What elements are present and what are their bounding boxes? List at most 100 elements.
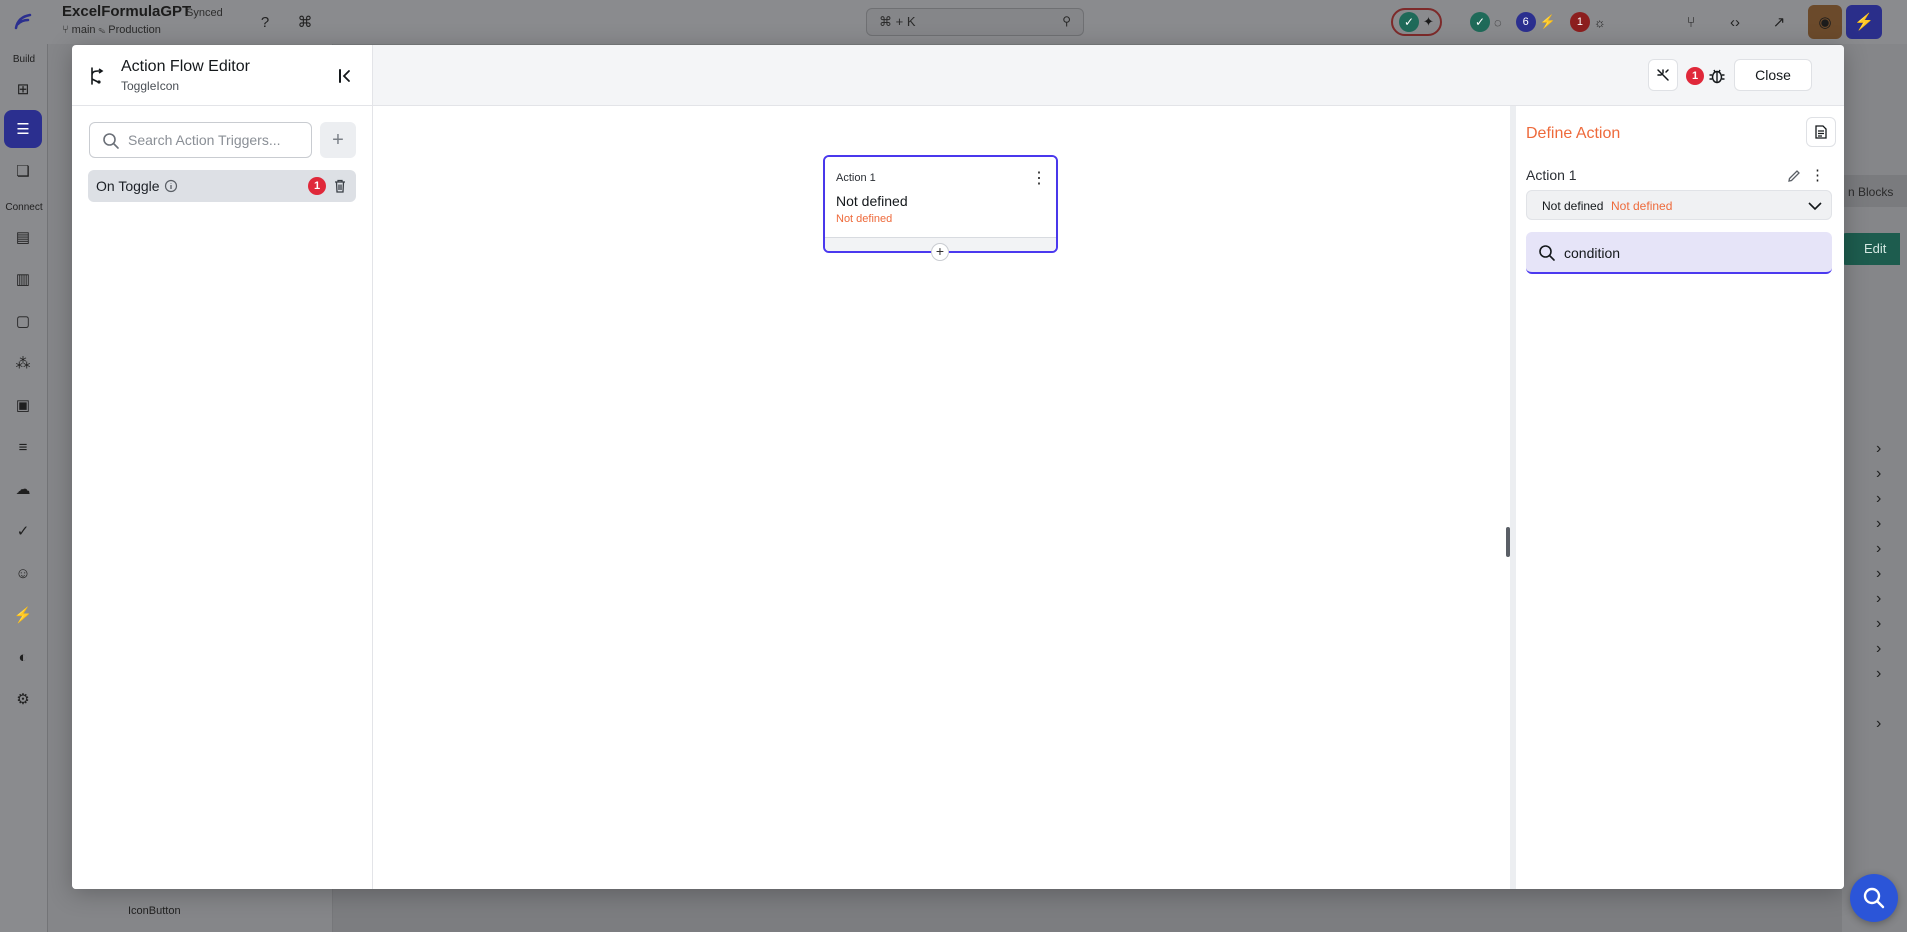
widget-tree-icon[interactable]: ☰ <box>4 110 42 148</box>
chevron-right-icon[interactable]: › <box>1876 540 1890 558</box>
chevron-right-icon[interactable]: › <box>1876 515 1890 533</box>
modal-title: Action Flow Editor <box>121 58 250 75</box>
ai-generate-button[interactable] <box>1648 59 1678 91</box>
environment-name: Production <box>108 24 161 36</box>
pencil-icon: ✎ <box>98 24 106 36</box>
more-vertical-icon[interactable]: ⋮ <box>1030 168 1048 188</box>
document-icon <box>1815 125 1827 139</box>
support-chat-button[interactable] <box>1850 874 1898 922</box>
properties-panel-bg: n Blocks Edit <box>1842 44 1907 932</box>
app-logo-icon[interactable] <box>12 11 34 33</box>
more-vertical-icon[interactable]: ⋮ <box>1810 166 1825 184</box>
chevron-right-icon[interactable]: › <box>1876 590 1890 608</box>
chevron-right-icon[interactable]: › <box>1876 465 1890 483</box>
list-icon[interactable]: ≡ <box>10 434 36 460</box>
code-icon[interactable]: ‹› <box>1724 11 1746 33</box>
errors-count-badge: 1 <box>1569 12 1590 32</box>
search-chat-icon <box>1863 887 1885 909</box>
search-icon: ⚲ <box>1062 14 1071 28</box>
chevron-right-icon[interactable]: › <box>1876 565 1890 583</box>
storage-icon[interactable]: ▢ <box>10 308 36 334</box>
components-icon[interactable]: ❏ <box>10 158 36 184</box>
branch-name: main <box>71 24 96 36</box>
bug-icon: ☼ <box>1593 14 1606 30</box>
collections-icon[interactable]: ▥ <box>10 266 36 292</box>
bolt-list-icon: ⚡ <box>1539 14 1556 29</box>
documentation-button[interactable] <box>1806 117 1836 147</box>
branch-info[interactable]: ⑂ main ✎ Production <box>62 24 161 36</box>
chevron-right-icon[interactable]: › <box>1876 715 1890 733</box>
preview-eye-icon[interactable]: ◉ <box>1808 5 1842 39</box>
action-search-input[interactable] <box>1564 242 1814 264</box>
trash-icon[interactable] <box>332 178 348 194</box>
action-node-status: Not defined <box>836 213 893 225</box>
collapse-panel-icon[interactable] <box>337 67 355 85</box>
command-search[interactable]: ⌘ + K ⚲ <box>866 8 1084 36</box>
trigger-search-input[interactable] <box>128 129 306 151</box>
theme-icon[interactable]: ◐ <box>10 644 36 670</box>
command-icon[interactable]: ⌘ <box>294 11 316 33</box>
action-node[interactable]: Action 1 Not defined Not defined ⋮ + <box>823 155 1058 261</box>
action-type-select[interactable]: Not defined Not defined <box>1526 190 1832 220</box>
command-search-shortcut: ⌘ + K <box>879 14 916 29</box>
search-icon <box>1539 245 1555 261</box>
chevron-right-icon[interactable]: › <box>1876 440 1890 458</box>
edit-pencil-icon[interactable] <box>1786 168 1802 184</box>
action-node-step: Action 1 <box>836 172 876 184</box>
check-icon: ✓ <box>1399 12 1419 32</box>
chevron-right-icon[interactable]: › <box>1876 640 1890 658</box>
add-trigger-button[interactable]: + <box>320 122 356 158</box>
ai-status-pill[interactable]: ✓ ✦ <box>1391 8 1442 36</box>
test-icon[interactable]: ✓ <box>10 518 36 544</box>
action-node-title: Not defined <box>836 193 908 209</box>
connect-section-label: Connect <box>5 202 43 213</box>
share-icon[interactable]: ↗ <box>1768 11 1790 33</box>
run-bolt-icon[interactable]: ⚡ <box>1846 5 1882 39</box>
action-name-label: Action 1 <box>1526 167 1577 183</box>
settings-gear-icon[interactable]: ⚙ <box>10 686 36 712</box>
sync-status: Synced <box>186 7 223 19</box>
branch-tree-icon[interactable]: ⑂ <box>1680 11 1702 33</box>
database-icon[interactable]: ▤ <box>10 224 36 250</box>
bug-icon[interactable] <box>1708 67 1726 85</box>
icon-button-tree-item[interactable]: IconButton <box>128 905 181 917</box>
action-triggers-panel: + On Toggle 1 <box>72 106 373 889</box>
action-type-value: Not defined <box>1542 199 1604 213</box>
bolt-icon[interactable]: ⚡ <box>10 602 36 628</box>
action-flow-canvas[interactable]: Action 1 Not defined Not defined ⋮ + <box>373 106 1510 889</box>
trigger-item-on-toggle[interactable]: On Toggle 1 <box>88 170 356 202</box>
help-icon[interactable]: ? <box>254 11 276 33</box>
chevron-right-icon[interactable]: › <box>1876 665 1890 683</box>
status-group[interactable]: ✓ ◌ 6 ⚡ 1 ☼ <box>1464 8 1612 36</box>
error-count-badge[interactable]: 1 <box>1686 67 1704 85</box>
check-icon: ✓ <box>1470 12 1490 32</box>
api-icon[interactable]: ⁂ <box>10 350 36 376</box>
magic-wand-icon <box>1657 69 1669 81</box>
action-search-box <box>1526 232 1832 274</box>
add-page-icon[interactable]: ⊞ <box>10 76 36 102</box>
bot-icon[interactable]: ☺ <box>10 560 36 586</box>
sparkle-icon: ✦ <box>1423 14 1434 29</box>
app-topbar: ExcelFormulaGPT Synced ⑂ main ✎ Producti… <box>0 0 1907 44</box>
chevron-down-icon <box>1808 202 1822 211</box>
edit-button[interactable]: Edit <box>1842 233 1900 265</box>
chevron-right-icon[interactable]: › <box>1876 490 1890 508</box>
build-section-label: Build <box>12 54 36 65</box>
add-action-plus-icon[interactable]: + <box>931 243 949 261</box>
action-type-status: Not defined <box>1611 199 1673 213</box>
chat-icon: ◌ <box>1494 14 1502 30</box>
trigger-error-badge: 1 <box>308 177 326 195</box>
define-action-panel: Define Action Action 1 ⋮ Not defined Not… <box>1510 106 1844 889</box>
left-nav-rail: Build ⊞ ☰ ❏ Connect ▤ ▥ ▢ ⁂ ▣ ≡ ☁ ✓ ☺ ⚡ … <box>0 44 48 932</box>
action-flow-icon <box>91 67 104 85</box>
trigger-label: On Toggle <box>96 178 160 194</box>
modal-subtitle: ToggleIcon <box>121 79 180 93</box>
cloud-icon[interactable]: ☁ <box>10 476 36 502</box>
close-button[interactable]: Close <box>1734 59 1812 91</box>
blocks-tab[interactable]: n Blocks <box>1842 175 1907 207</box>
trigger-search-box <box>89 122 312 158</box>
define-action-title: Define Action <box>1526 125 1621 142</box>
info-icon[interactable] <box>164 179 178 193</box>
media-icon[interactable]: ▣ <box>10 392 36 418</box>
chevron-right-icon[interactable]: › <box>1876 615 1890 633</box>
